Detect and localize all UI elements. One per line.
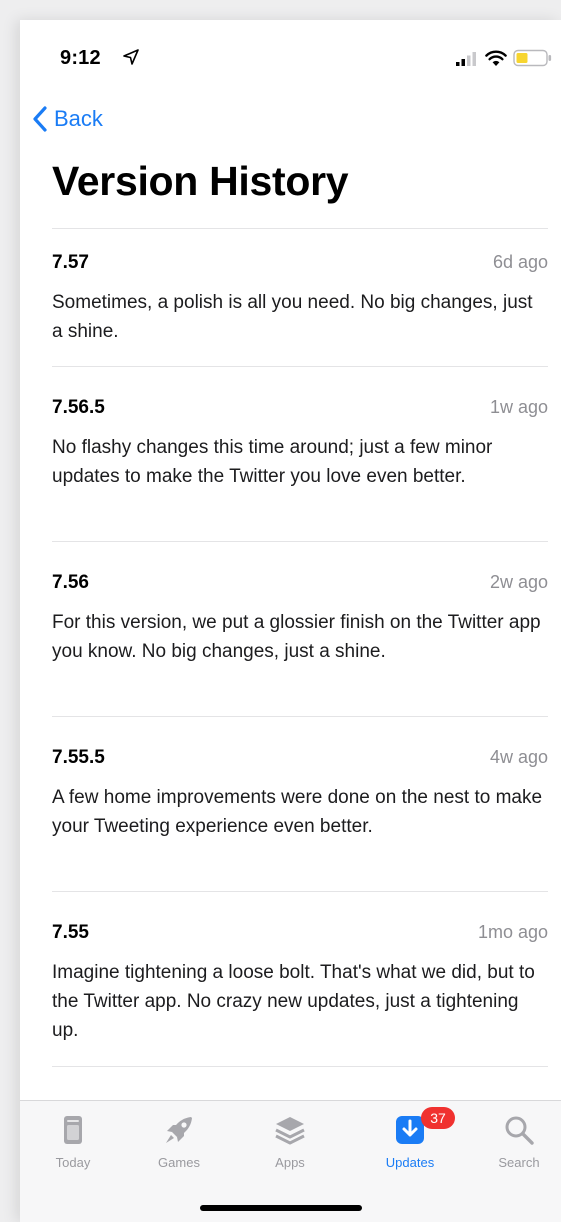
chevron-left-icon [33, 106, 47, 132]
title-divider [52, 228, 548, 229]
entry-divider [52, 716, 548, 717]
wifi-icon [485, 50, 507, 66]
version-date: 4w ago [489, 747, 548, 767]
rocket-icon [166, 1117, 192, 1143]
cellular-signal-icon [456, 52, 476, 66]
tab-label: Today [55, 1155, 91, 1170]
tab-label: Games [158, 1155, 200, 1170]
home-indicator[interactable] [200, 1205, 362, 1211]
release-notes: A few home improvements were done on the… [52, 787, 543, 837]
tab-label: Updates [385, 1155, 435, 1170]
battery-icon [513, 49, 552, 67]
version-entry: 7.56 2w ago For this version, we put a g… [52, 572, 548, 716]
tab-bar: Today Games Apps 37 Updates Search [20, 1100, 561, 1222]
back-button[interactable]: Back [32, 104, 103, 134]
back-label: Back [54, 106, 103, 131]
version-date: 1mo ago [477, 922, 548, 942]
phone-screen: 9:12 Back Version History 7.57 6d ago So… [20, 20, 561, 1222]
tab-updates[interactable]: 37 Updates [365, 1107, 455, 1173]
status-time: 9:12 [60, 47, 101, 69]
version-entry: 7.55.5 4w ago A few home improvements we… [52, 747, 548, 891]
version-number: 7.56.5 [52, 397, 105, 418]
version-date: 6d ago [492, 252, 548, 272]
today-icon [64, 1116, 82, 1144]
tab-games[interactable]: Games [134, 1109, 224, 1173]
version-number: 7.55.5 [52, 747, 105, 768]
release-notes: Sometimes, a polish is all you need. No … [52, 292, 533, 342]
release-notes: No flashy changes this time around; just… [52, 437, 493, 487]
entry-divider [52, 1066, 548, 1067]
tab-apps[interactable]: Apps [245, 1109, 335, 1173]
version-entry: 7.55 1mo ago Imagine tightening a loose … [52, 922, 548, 1066]
version-number: 7.55 [52, 922, 89, 943]
version-entry: 7.56.5 1w ago No flashy changes this tim… [52, 397, 548, 541]
version-date: 2w ago [489, 572, 548, 592]
version-number: 7.56 [52, 572, 89, 593]
version-date: 1w ago [489, 397, 548, 417]
page-title: Version History [52, 158, 349, 204]
version-number: 7.57 [52, 252, 89, 273]
location-arrow-icon [123, 49, 139, 65]
tab-label: Apps [275, 1155, 305, 1170]
layers-icon [275, 1117, 305, 1145]
tab-search[interactable]: Search [474, 1109, 561, 1173]
release-notes: Imagine tightening a loose bolt. That's … [52, 962, 535, 1041]
version-list: 7.57 6d ago Sometimes, a polish is all y… [52, 252, 548, 1067]
search-icon [505, 1116, 534, 1145]
status-bar: 9:12 [20, 20, 561, 90]
tab-label: Search [498, 1155, 540, 1170]
entry-divider [52, 541, 548, 542]
updates-badge: 37 [421, 1107, 455, 1129]
tab-today[interactable]: Today [28, 1109, 118, 1173]
entry-divider [52, 366, 548, 367]
release-notes: For this version, we put a glossier fini… [52, 612, 541, 662]
version-entry: 7.57 6d ago Sometimes, a polish is all y… [52, 252, 548, 366]
entry-divider [52, 891, 548, 892]
